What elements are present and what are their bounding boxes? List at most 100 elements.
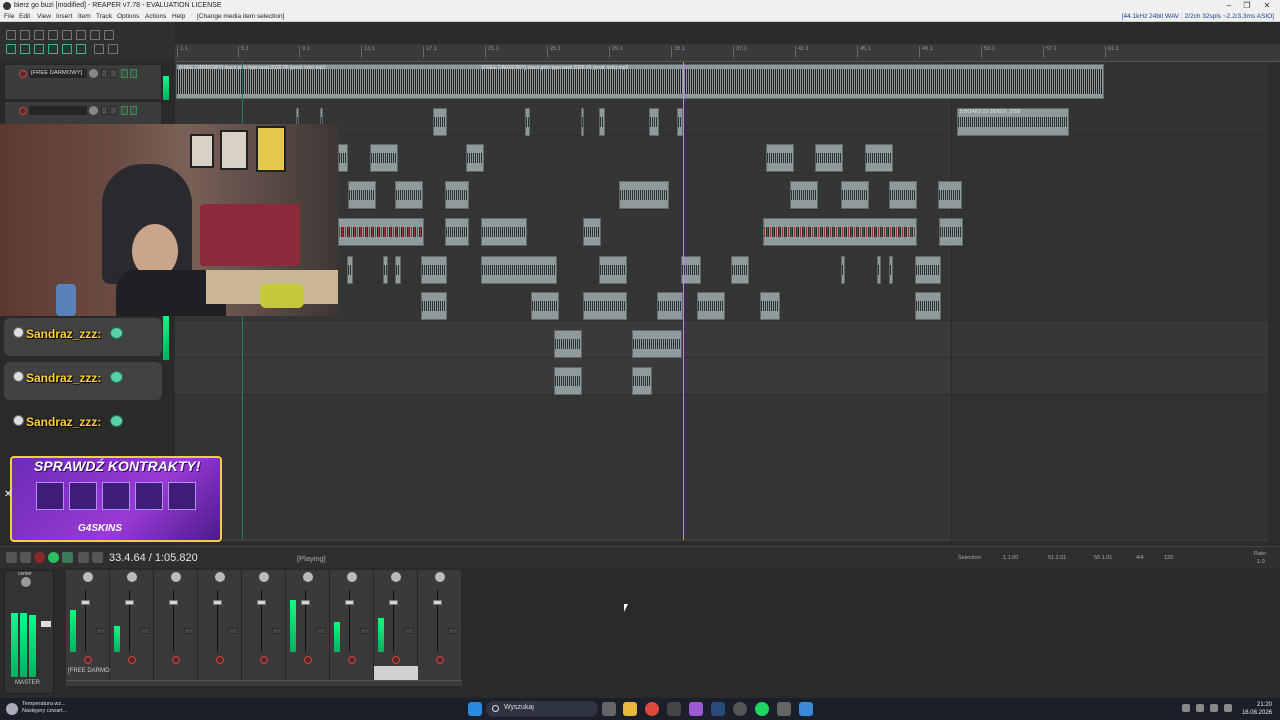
grid-icon[interactable] — [104, 30, 114, 40]
pan-knob[interactable] — [127, 572, 137, 582]
fx-button[interactable] — [316, 628, 326, 634]
metronome-icon[interactable] — [90, 30, 100, 40]
media-item[interactable] — [554, 330, 582, 358]
repeat-button[interactable] — [62, 552, 73, 563]
media-item[interactable] — [338, 218, 424, 246]
go-to-end-button[interactable] — [20, 552, 31, 563]
menu-file[interactable]: File — [4, 12, 14, 22]
media-item[interactable] — [348, 181, 376, 209]
menu-help[interactable]: Help — [172, 12, 185, 22]
mixer-scrollbar[interactable] — [66, 680, 462, 686]
track-name[interactable]: [FREE DARMOWY] — [29, 69, 87, 78]
media-item[interactable] — [338, 144, 348, 172]
media-item[interactable] — [581, 108, 584, 136]
fx-button[interactable] — [360, 628, 370, 634]
audio-device-status[interactable]: [44.1kHz 24bit WAV : 2/2ch 32spls ~2.2/3… — [1122, 12, 1274, 22]
fx-button[interactable] — [121, 69, 128, 78]
fx-button[interactable] — [448, 628, 458, 634]
windows-start-icon[interactable] — [468, 702, 482, 716]
fx-button[interactable] — [121, 106, 128, 115]
volume-knob[interactable] — [89, 106, 98, 115]
media-item[interactable] — [915, 256, 941, 284]
media-item[interactable] — [877, 256, 881, 284]
selection-start[interactable]: 1.1.00 — [1003, 555, 1018, 561]
open-project-icon[interactable] — [20, 30, 30, 40]
rate-value[interactable]: 1.0 — [1257, 559, 1265, 565]
reaper-taskbar-icon[interactable] — [777, 702, 791, 716]
promo-banner[interactable]: SPRAWDŹ KONTRAKTY! G4SKINS ✕ — [4, 452, 226, 542]
pan-knob[interactable] — [391, 572, 401, 582]
media-item[interactable] — [445, 181, 469, 209]
media-item-sample[interactable]: 5 BOAR3 03-260816_2059 — [957, 108, 1069, 136]
fx-button[interactable] — [140, 628, 150, 634]
pan-knob[interactable] — [215, 572, 225, 582]
time-signature[interactable]: 4/4 — [1136, 555, 1144, 561]
new-project-icon[interactable] — [6, 30, 16, 40]
mixer-strip[interactable] — [110, 570, 154, 686]
media-item[interactable] — [599, 108, 605, 136]
media-item[interactable] — [841, 181, 869, 209]
master-fader[interactable] — [41, 621, 51, 627]
menu-view[interactable]: View — [37, 12, 51, 22]
grouping-icon[interactable] — [34, 44, 44, 54]
save-project-icon[interactable] — [34, 30, 44, 40]
mixer-track-name[interactable]: [FREE DARMO — [68, 668, 110, 674]
media-item[interactable] — [889, 256, 893, 284]
pan-knob[interactable] — [347, 572, 357, 582]
master-pan-knob[interactable] — [21, 577, 31, 587]
pan-knob[interactable] — [259, 572, 269, 582]
media-item[interactable] — [731, 256, 749, 284]
media-item[interactable] — [760, 292, 780, 320]
volume-fader[interactable] — [345, 600, 354, 605]
media-item[interactable] — [421, 292, 447, 320]
media-item[interactable] — [632, 367, 652, 395]
media-item[interactable] — [889, 181, 917, 209]
menu-options[interactable]: Options — [117, 12, 139, 22]
network-icon[interactable] — [1210, 704, 1218, 712]
solo-button[interactable] — [110, 106, 117, 115]
media-item[interactable] — [421, 256, 447, 284]
volume-fader[interactable] — [213, 600, 222, 605]
record-arm-button[interactable] — [84, 656, 92, 664]
pan-knob[interactable] — [83, 572, 93, 582]
redo-icon[interactable] — [76, 30, 86, 40]
record-arm-button[interactable] — [19, 70, 27, 78]
maximize-button[interactable]: ❐ — [1238, 0, 1256, 12]
media-item[interactable] — [632, 330, 682, 358]
pause-button[interactable] — [92, 552, 103, 563]
media-item[interactable] — [466, 144, 484, 172]
timeline-ruler[interactable]: 1.1 5.1 9.1 13.1 17.1 21.1 25.1 29.1 33.… — [175, 44, 1280, 62]
record-arm-button[interactable] — [392, 656, 400, 664]
menu-insert[interactable]: Insert — [56, 12, 72, 22]
media-item[interactable] — [697, 292, 725, 320]
envelope-icon[interactable] — [48, 44, 58, 54]
snap-icon[interactable] — [6, 44, 16, 54]
media-item[interactable] — [649, 108, 659, 136]
taskbar-clock[interactable]: 21:20 16.08.2026 — [1242, 701, 1272, 717]
media-item[interactable] — [583, 292, 627, 320]
record-arm-button[interactable] — [216, 656, 224, 664]
media-item[interactable] — [681, 256, 701, 284]
obs-icon[interactable] — [689, 702, 703, 716]
media-item[interactable] — [370, 144, 398, 172]
taskbar-search[interactable]: Wyszukaj — [486, 701, 598, 717]
io-button[interactable] — [130, 69, 137, 78]
stop-button[interactable] — [78, 552, 89, 563]
app-icon[interactable] — [799, 702, 813, 716]
volume-icon[interactable] — [1224, 704, 1232, 712]
media-item[interactable] — [865, 144, 893, 172]
track-header[interactable]: [FREE DARMOWY] — [4, 64, 162, 100]
menu-track[interactable]: Track — [96, 12, 112, 22]
vertical-scrollbar[interactable] — [1268, 62, 1280, 542]
pan-knob[interactable] — [435, 572, 445, 582]
record-arm-button[interactable] — [348, 656, 356, 664]
steam-icon[interactable] — [711, 702, 725, 716]
media-item[interactable] — [619, 181, 669, 209]
pan-knob[interactable] — [303, 572, 313, 582]
mixer-strip[interactable] — [330, 570, 374, 686]
mute-button[interactable] — [101, 106, 108, 115]
tempo-display[interactable]: 120 — [1164, 555, 1173, 561]
media-item[interactable] — [841, 256, 845, 284]
media-item[interactable] — [433, 108, 447, 136]
minimize-button[interactable]: – — [1220, 0, 1238, 12]
